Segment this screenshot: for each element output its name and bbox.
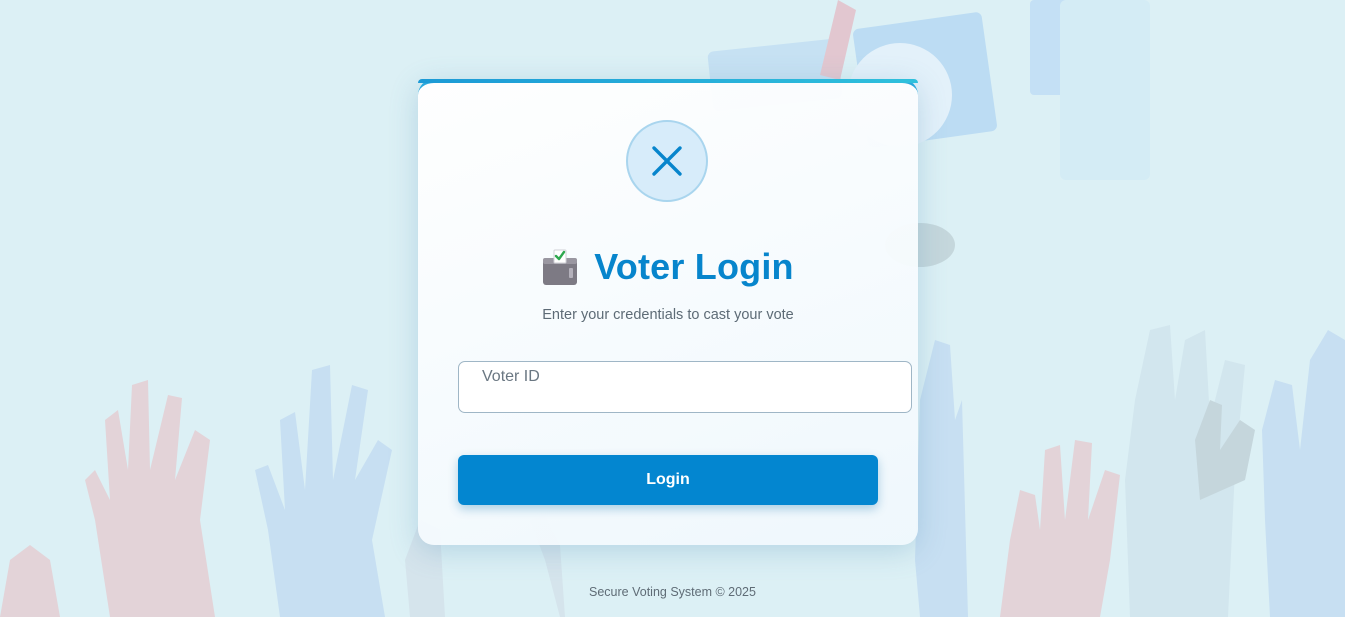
close-icon	[652, 146, 682, 176]
voter-id-input[interactable]	[458, 361, 912, 413]
ballot-box-icon	[543, 249, 578, 285]
close-button[interactable]	[626, 120, 708, 202]
login-card: Voter Login Enter your credentials to ca…	[418, 79, 918, 545]
title-row: Voter Login	[418, 246, 918, 288]
footer-text: Secure Voting System © 2025	[589, 585, 756, 599]
page-subtitle: Enter your credentials to cast your vote	[542, 307, 794, 323]
login-button[interactable]: Login	[458, 455, 878, 505]
page-title: Voter Login	[594, 246, 794, 287]
